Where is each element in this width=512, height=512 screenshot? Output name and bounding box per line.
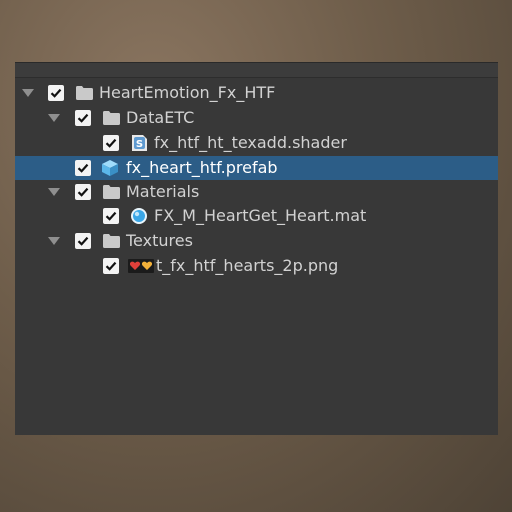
tree-item-label: DataETC [126, 108, 195, 127]
tree-item-label: FX_M_HeartGet_Heart.mat [154, 206, 367, 225]
tree-item-label: Materials [126, 182, 200, 201]
tree-item-material-file[interactable]: FX_M_HeartGet_Heart.mat [15, 204, 498, 228]
include-checkbox[interactable] [103, 208, 119, 224]
expand-arrow-icon[interactable] [48, 237, 60, 245]
tree-item-root-folder[interactable]: HeartEmotion_Fx_HTF [15, 81, 498, 105]
svg-text:S: S [136, 139, 143, 150]
include-checkbox[interactable] [103, 135, 119, 151]
tree-item-prefab-file[interactable]: fx_heart_htf.prefab [15, 156, 498, 180]
tree-item-label: fx_heart_htf.prefab [126, 158, 278, 177]
tree-item-folder-materials[interactable]: Materials [15, 180, 498, 204]
include-checkbox[interactable] [48, 85, 64, 101]
tree-item-label: t_fx_htf_hearts_2p.png [156, 256, 339, 275]
tree-item-label: Textures [126, 231, 193, 250]
tree-item-label: HeartEmotion_Fx_HTF [99, 83, 276, 102]
shader-icon: S [132, 135, 147, 151]
tree-item-texture-file[interactable]: t_fx_htf_hearts_2p.png [15, 254, 498, 278]
include-checkbox[interactable] [75, 110, 91, 126]
expand-arrow-icon[interactable] [22, 89, 34, 97]
folder-icon [76, 86, 93, 100]
include-checkbox[interactable] [75, 233, 91, 249]
tree-item-folder-textures[interactable]: Textures [15, 229, 498, 253]
include-checkbox[interactable] [75, 160, 91, 176]
include-checkbox[interactable] [103, 258, 119, 274]
include-checkbox[interactable] [75, 184, 91, 200]
prefab-cube-icon [102, 160, 118, 176]
folder-icon [103, 234, 120, 248]
tree-item-folder-dataetc[interactable]: DataETC [15, 106, 498, 130]
hearts-texture-icon [128, 259, 154, 273]
material-sphere-icon [131, 208, 147, 224]
tree-item-label: fx_htf_ht_texadd.shader [154, 133, 347, 152]
folder-icon [103, 111, 120, 125]
expand-arrow-icon[interactable] [48, 188, 60, 196]
tree-item-shader-file[interactable]: S fx_htf_ht_texadd.shader [15, 131, 498, 155]
panel-header-bar [15, 63, 498, 78]
import-package-panel: HeartEmotion_Fx_HTF DataETC S fx_htf_ht_… [15, 62, 498, 435]
expand-arrow-icon[interactable] [48, 114, 60, 122]
folder-icon [103, 185, 120, 199]
